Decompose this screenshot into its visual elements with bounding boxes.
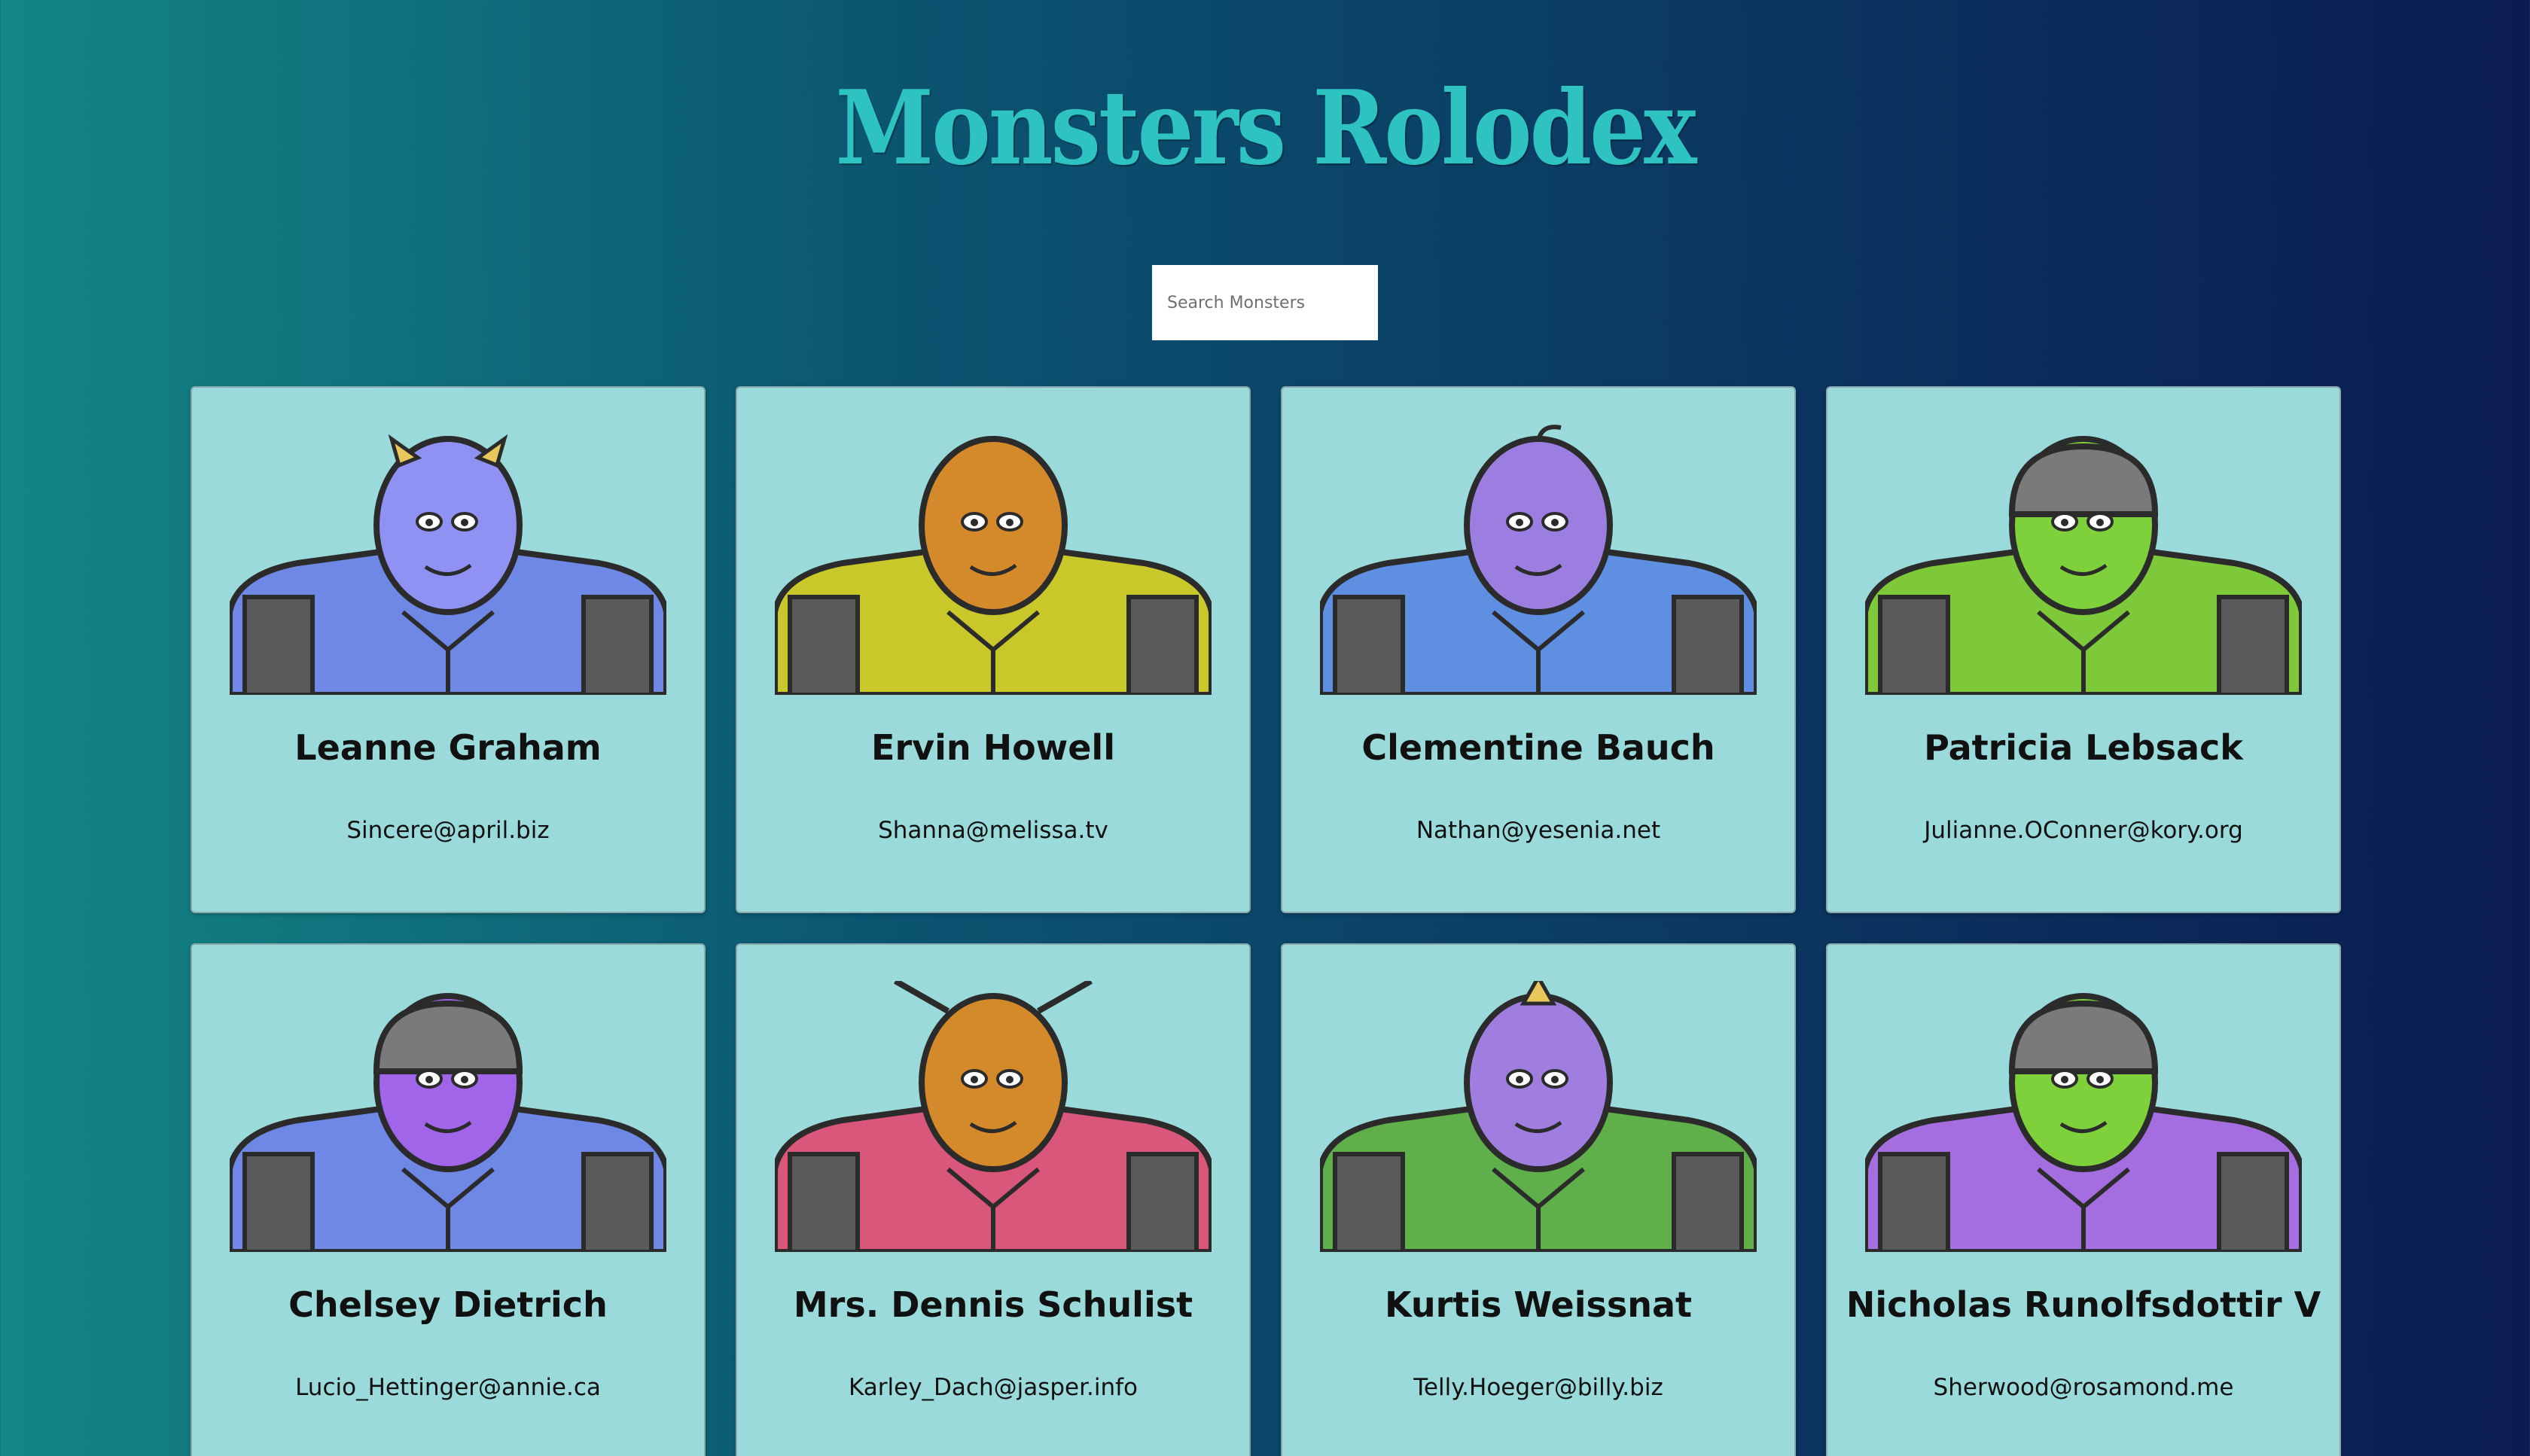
- monster-card[interactable]: Nicholas Runolfsdottir V Sherwood@rosamo…: [1826, 943, 2341, 1456]
- monster-portrait: [1320, 981, 1757, 1252]
- monster-card[interactable]: Ervin Howell Shanna@melissa.tv: [736, 386, 1251, 913]
- monster-portrait: [230, 993, 666, 1252]
- monster-card[interactable]: Patricia Lebsack Julianne.OConner@kory.o…: [1826, 386, 2341, 913]
- monster-portrait: [775, 981, 1212, 1252]
- monster-portrait: [775, 436, 1212, 695]
- monster-portrait: [1865, 993, 2302, 1252]
- monster-name: Mrs. Dennis Schulist: [793, 1284, 1193, 1325]
- monster-email: Julianne.OConner@kory.org: [1924, 817, 2243, 844]
- monster-name: Chelsey Dietrich: [288, 1284, 608, 1325]
- monster-portrait: [1865, 436, 2302, 695]
- monster-card[interactable]: Kurtis Weissnat Telly.Hoeger@billy.biz: [1281, 943, 1796, 1456]
- monster-name: Patricia Lebsack: [1924, 727, 2243, 768]
- monster-email: Lucio_Hettinger@annie.ca: [295, 1374, 601, 1401]
- monster-name: Nicholas Runolfsdottir V: [1846, 1284, 2321, 1325]
- monster-card[interactable]: Mrs. Dennis Schulist Karley_Dach@jasper.…: [736, 943, 1251, 1456]
- card-list: Leanne Graham Sincere@april.biz Ervin Ho…: [191, 386, 2341, 1456]
- monster-card[interactable]: Clementine Bauch Nathan@yesenia.net: [1281, 386, 1796, 913]
- app-title: Monsters Rolodex: [835, 67, 1696, 188]
- monster-name: Kurtis Weissnat: [1384, 1284, 1693, 1325]
- monster-portrait: [1320, 425, 1757, 695]
- monster-email: Nathan@yesenia.net: [1416, 817, 1661, 844]
- monster-email: Sincere@april.biz: [346, 817, 550, 844]
- monster-name: Clementine Bauch: [1361, 727, 1715, 768]
- monster-portrait: [230, 434, 666, 695]
- monster-name: Ervin Howell: [871, 727, 1115, 768]
- monster-email: Sherwood@rosamond.me: [1933, 1374, 2234, 1401]
- search-input[interactable]: [1152, 265, 1378, 340]
- monster-email: Karley_Dach@jasper.info: [848, 1374, 1138, 1401]
- monster-card[interactable]: Chelsey Dietrich Lucio_Hettinger@annie.c…: [191, 943, 706, 1456]
- monster-name: Leanne Graham: [294, 727, 602, 768]
- monster-email: Telly.Hoeger@billy.biz: [1413, 1374, 1663, 1401]
- monster-card[interactable]: Leanne Graham Sincere@april.biz: [191, 386, 706, 913]
- monster-email: Shanna@melissa.tv: [878, 817, 1108, 844]
